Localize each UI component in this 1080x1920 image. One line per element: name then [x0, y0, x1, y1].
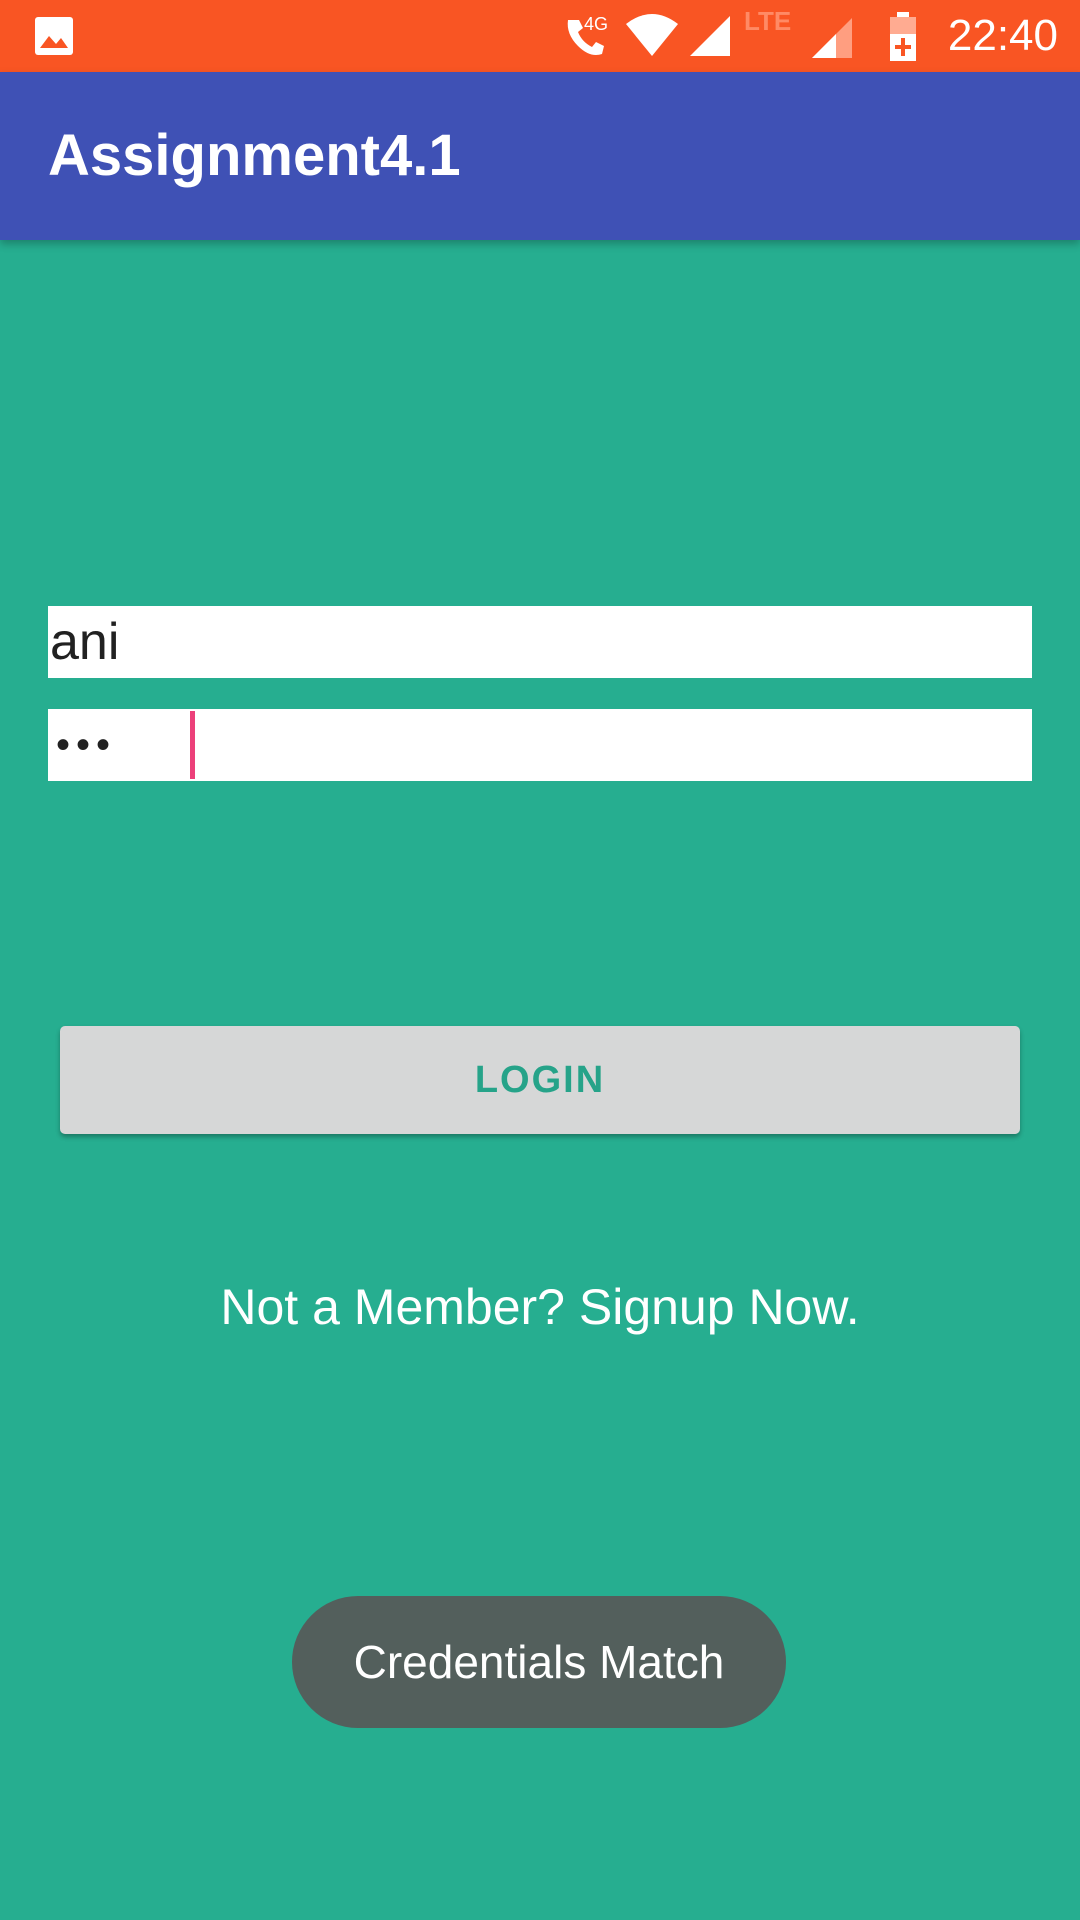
toast-message: Credentials Match: [292, 1596, 786, 1728]
app-title: Assignment4.1: [48, 123, 461, 188]
status-bar: 4G LTE 22:40: [0, 0, 1080, 72]
status-time: 22:40: [947, 11, 1058, 60]
app-bar: Assignment4.1: [0, 72, 1080, 240]
login-button[interactable]: LOGIN: [60, 1026, 1020, 1134]
signal-icon: [690, 16, 730, 56]
lte-label: LTE: [744, 8, 791, 36]
network-label: 4G: [584, 14, 608, 34]
password-field[interactable]: •••: [48, 709, 1032, 781]
battery-charging-icon: [890, 12, 916, 61]
lte-signal-icon: LTE: [744, 8, 852, 58]
password-mask: •••: [56, 723, 117, 767]
image-notification-icon: [35, 17, 73, 55]
wifi-icon: [626, 14, 678, 56]
username-field[interactable]: ani: [48, 606, 1032, 678]
call-icon: 4G: [567, 14, 608, 55]
text-cursor: [190, 711, 195, 779]
signup-link[interactable]: Not a Member? Signup Now.: [0, 1272, 1080, 1342]
